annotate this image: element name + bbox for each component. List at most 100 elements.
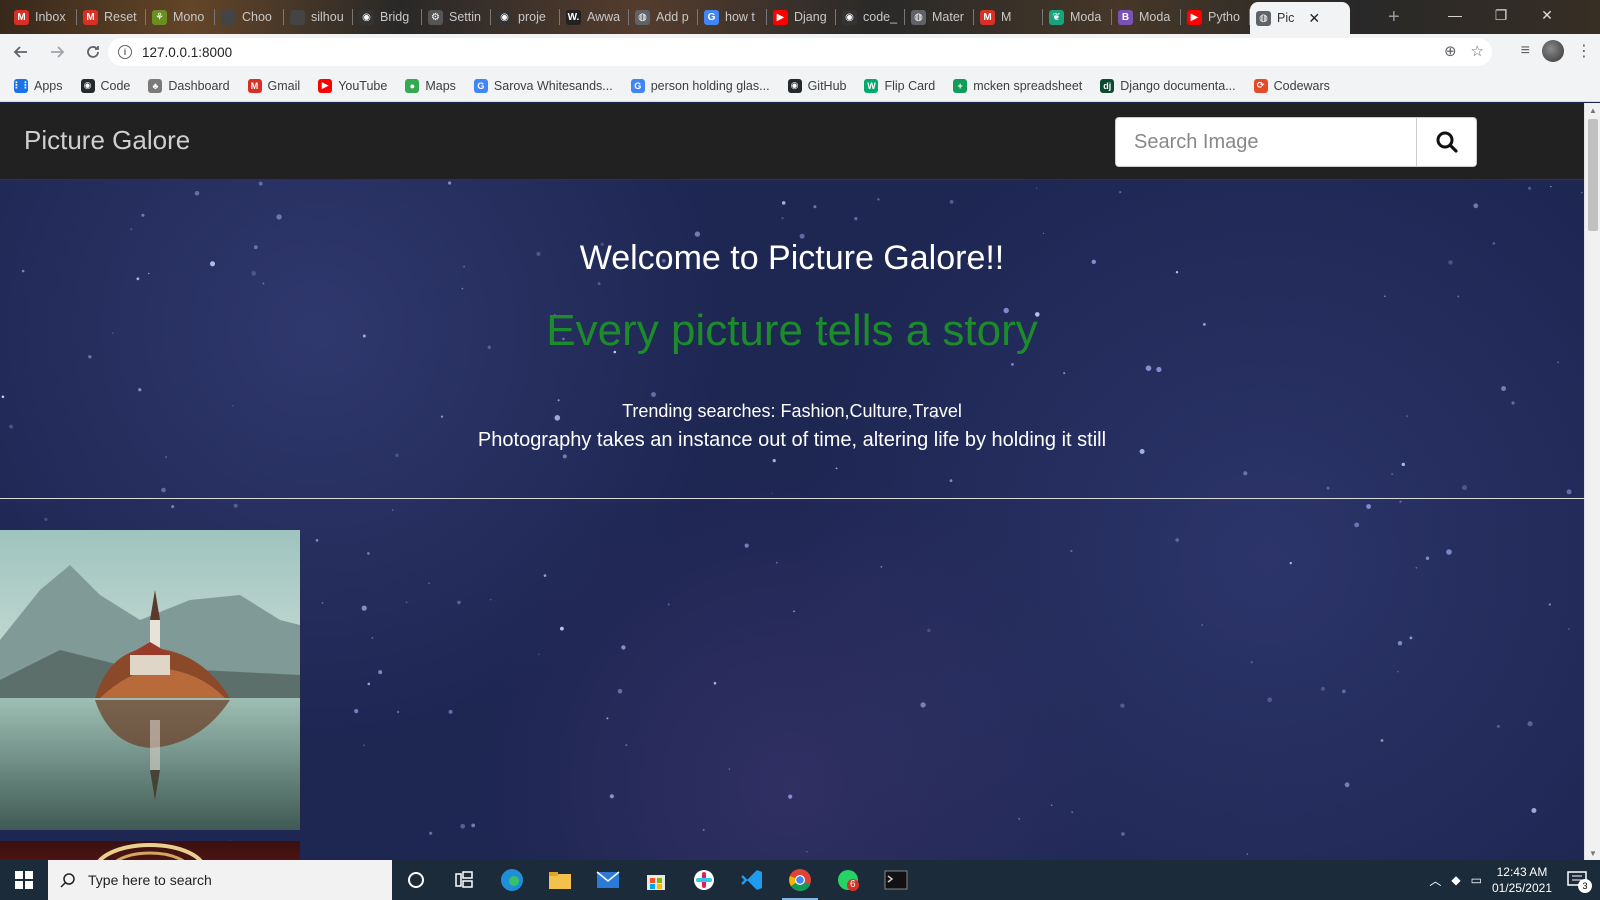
browser-tab[interactable]: MM (974, 4, 1043, 30)
bookmark-item[interactable]: Gperson holding glas... (630, 78, 770, 93)
scroll-up-arrow-icon[interactable]: ▲ (1585, 103, 1600, 117)
taskbar-whatsapp[interactable]: 6 (824, 860, 872, 900)
scrollbar-thumb[interactable] (1588, 119, 1598, 231)
tray-expand-icon[interactable]: ︿ (1429, 872, 1441, 889)
taskbar-vscode[interactable] (728, 860, 776, 900)
start-button[interactable] (0, 860, 48, 900)
taskbar-chrome[interactable] (776, 860, 824, 900)
browser-tab[interactable]: ⚘ Mono (146, 4, 215, 30)
gallery-image-lake-church[interactable] (0, 530, 300, 830)
browser-tab[interactable]: Ghow t (698, 4, 767, 30)
bookmark-item[interactable]: + mcken spreadsheet (953, 78, 1082, 93)
close-tab-icon[interactable]: ✕ (1308, 10, 1320, 27)
taskbar-search-box[interactable]: Type here to search (48, 860, 392, 900)
taskbar-terminal[interactable] (872, 860, 920, 900)
star-dot (1384, 295, 1386, 297)
profile-avatar[interactable] (1542, 40, 1564, 62)
bookmark-item[interactable]: ⋮⋮ Apps (12, 78, 63, 93)
browser-tab[interactable]: ▶ Djang (767, 4, 836, 30)
task-view-button[interactable] (440, 860, 488, 900)
taskbar-clock[interactable]: 12:43 AM 01/25/2021 (1492, 864, 1552, 896)
bookmark-label: Code (100, 78, 131, 93)
browser-tab[interactable]: M Inbox (8, 4, 77, 30)
bookmark-item[interactable]: ▶ YouTube (318, 78, 387, 93)
browser-tab[interactable]: B Moda (1112, 4, 1181, 30)
windows-logo-icon (15, 871, 33, 889)
browser-tab[interactable]: ◍ Add p (629, 4, 698, 30)
browser-tab[interactable]: ▶ Pytho (1181, 4, 1250, 30)
star-dot (1156, 366, 1162, 373)
star-dot (1425, 556, 1430, 560)
page-scrollbar[interactable]: ▲ ▼ (1584, 103, 1600, 860)
back-button[interactable] (6, 37, 36, 67)
address-bar[interactable]: i 127.0.0.1:8000 ⊕ ☆ (108, 38, 1492, 66)
search-form (1115, 117, 1477, 167)
taskbar-store[interactable] (632, 860, 680, 900)
zoom-icon[interactable]: ⊕ (1444, 42, 1457, 60)
bookmark-item[interactable]: ◉ Code (80, 78, 131, 93)
browser-tab[interactable]: ◉ proje (491, 4, 560, 30)
action-center-button[interactable]: 3 (1562, 865, 1592, 895)
bookmark-item[interactable]: dj Django documenta... (1100, 78, 1236, 93)
site-info-icon[interactable]: i (118, 45, 132, 59)
google-icon: G (704, 9, 719, 25)
browser-tab[interactable]: ◉ code_ (836, 4, 905, 30)
google-icon: G (473, 78, 488, 93)
edge-icon (501, 869, 523, 891)
bookmark-star-icon[interactable]: ☆ (1471, 42, 1484, 60)
defender-shield-icon[interactable]: ◆ (1451, 873, 1460, 887)
mail-icon (596, 871, 620, 888)
tree-icon: ♣ (148, 78, 163, 93)
forward-button[interactable] (42, 37, 72, 67)
battery-icon[interactable]: ▭ (1471, 873, 1482, 887)
tab-label: Reset (104, 10, 137, 24)
bookmark-item[interactable]: M Gmail (247, 78, 300, 93)
folder-icon (549, 872, 571, 889)
star-dot (1341, 689, 1346, 694)
browser-tab[interactable]: ◍ Mater (905, 4, 974, 30)
address-url: 127.0.0.1:8000 (142, 44, 233, 60)
close-window-button[interactable]: ✕ (1524, 0, 1570, 30)
star-dot (1070, 549, 1073, 553)
search-image-input[interactable] (1115, 117, 1417, 167)
bookmark-item[interactable]: ● Maps (405, 78, 456, 93)
tab-label: proje (518, 10, 546, 24)
cortana-button[interactable] (392, 860, 440, 900)
bookmark-label: Sarova Whitesands... (493, 78, 613, 93)
browser-tab[interactable]: Choo (215, 4, 284, 30)
scroll-down-arrow-icon[interactable]: ▼ (1585, 846, 1600, 860)
browser-tab[interactable]: M Reset (77, 4, 146, 30)
browser-tab[interactable]: ◍ Pic ✕ (1250, 2, 1350, 34)
taskbar-edge[interactable] (488, 860, 536, 900)
browser-tab[interactable]: ❦ Moda (1043, 4, 1112, 30)
star-dot (813, 205, 817, 209)
search-button[interactable] (1417, 117, 1477, 167)
page-icon (221, 9, 236, 25)
web-page: Picture Galore Welcome to Picture Galore… (0, 103, 1584, 860)
bookmark-item[interactable]: ⟳ Codewars (1253, 78, 1330, 93)
site-brand[interactable]: Picture Galore (24, 125, 190, 156)
reload-button[interactable] (78, 37, 108, 67)
minimize-button[interactable]: — (1432, 0, 1478, 30)
gallery-image-partial[interactable] (0, 841, 300, 860)
browser-tab[interactable]: silhou (284, 4, 353, 30)
bookmark-label: Apps (34, 78, 63, 93)
star-dot (617, 688, 623, 694)
browser-tab[interactable]: ⚙ Settin (422, 4, 491, 30)
bookmark-item[interactable]: W Flip Card (864, 78, 935, 93)
restore-button[interactable]: ❐ (1478, 0, 1524, 30)
browser-tab[interactable]: W. Awwa (560, 4, 629, 30)
star-dot (315, 539, 319, 542)
taskbar-mail[interactable] (584, 860, 632, 900)
taskbar-file-explorer[interactable] (536, 860, 584, 900)
star-dot (667, 603, 670, 606)
menu-kebab-icon[interactable]: ⋮ (1576, 41, 1592, 61)
bookmark-item[interactable]: ◉ GitHub (787, 78, 846, 93)
browser-tab[interactable]: ◉ Bridg (353, 4, 422, 30)
bookmark-item[interactable]: G Sarova Whitesands... (473, 78, 613, 93)
bookmark-item[interactable]: ♣ Dashboard (148, 78, 230, 93)
media-queue-icon[interactable]: ≡ (1521, 42, 1530, 60)
taskbar-slack[interactable] (680, 860, 728, 900)
bookmark-label: Codewars (1273, 78, 1330, 93)
new-tab-button[interactable]: + (1388, 6, 1400, 29)
